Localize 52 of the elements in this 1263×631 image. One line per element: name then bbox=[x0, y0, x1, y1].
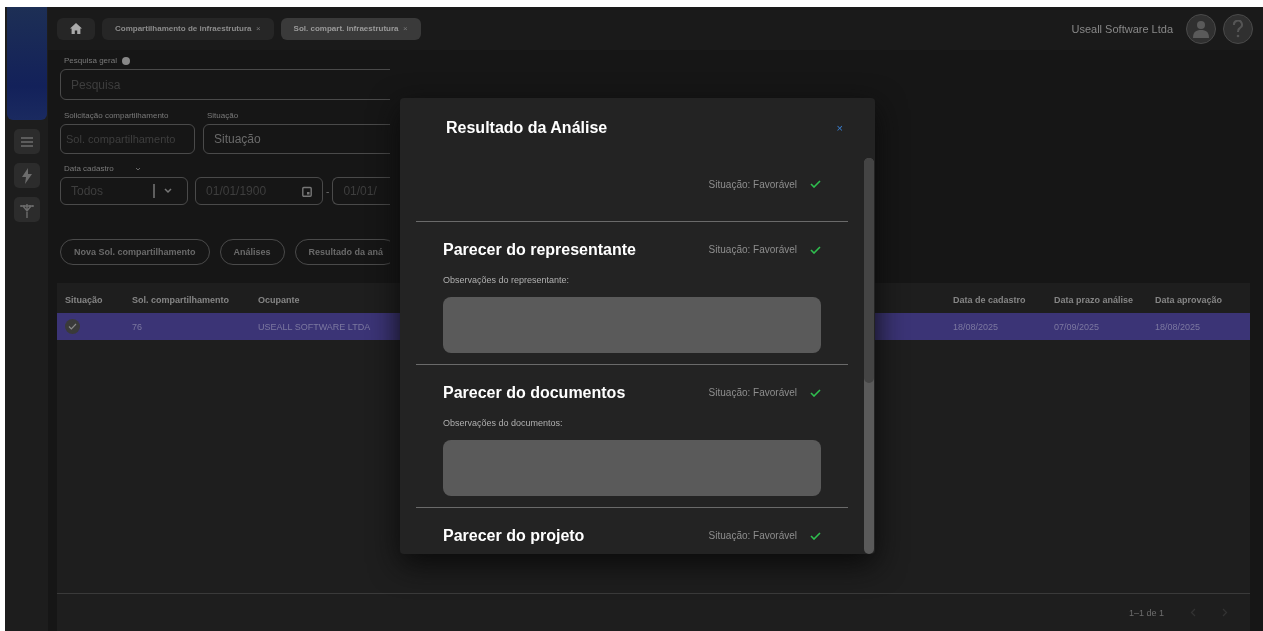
field-label: Observações do representante: bbox=[443, 275, 571, 285]
status-label: Situação: Favorável bbox=[708, 530, 797, 541]
check-icon bbox=[810, 245, 821, 254]
table-cell-text: 07/09/2025 bbox=[1054, 321, 1101, 332]
check-icon bbox=[810, 180, 821, 188]
check-icon bbox=[810, 531, 821, 540]
column-header[interactable]: Data de cadastro bbox=[953, 295, 1054, 313]
section-title: Parecer do documentos bbox=[443, 383, 626, 402]
tab[interactable]: Compartilhamento de infraestrutura × bbox=[102, 17, 274, 40]
user-avatar[interactable] bbox=[1186, 13, 1216, 44]
home-button[interactable] bbox=[57, 17, 95, 40]
utility-pole-icon bbox=[18, 201, 35, 218]
close-icon[interactable]: × bbox=[402, 24, 408, 33]
column-header[interactable]: Data aprovação bbox=[1155, 295, 1250, 313]
sidebar-button[interactable] bbox=[13, 129, 40, 154]
column-header[interactable]: Situação bbox=[65, 295, 132, 313]
table-cell-text: 18/08/2025 bbox=[1155, 321, 1202, 332]
lightning-icon bbox=[20, 167, 33, 184]
close-icon[interactable]: × bbox=[255, 24, 261, 33]
company-name: Useall Software Ltda bbox=[1071, 22, 1173, 35]
menu-icon bbox=[20, 136, 33, 147]
section-title: Parecer do representante bbox=[443, 240, 636, 259]
modal-title: Resultado da Análise bbox=[446, 119, 608, 137]
column-header[interactable]: Data prazo análise bbox=[1054, 295, 1155, 313]
observations-field[interactable] bbox=[443, 297, 821, 353]
scrollbar[interactable] bbox=[864, 158, 874, 554]
field-label: Pesquisa geral bbox=[64, 56, 117, 65]
status-label: Situação: Favorável bbox=[708, 387, 797, 398]
field-label: Observações do documentos: bbox=[443, 418, 564, 428]
range-separator: - bbox=[326, 185, 330, 197]
close-button[interactable]: × bbox=[836, 122, 843, 134]
table-cell-text: USEALL SOFTWARE LTDA bbox=[258, 321, 372, 332]
field-label: Situação bbox=[207, 111, 240, 120]
section-title: Parecer do projeto bbox=[443, 526, 585, 545]
pagination-label: 1–1 de 1 bbox=[1128, 607, 1164, 618]
chevron-icon bbox=[134, 166, 141, 171]
home-icon bbox=[70, 23, 82, 34]
status-label: Situação: Favorável bbox=[708, 178, 797, 190]
status-label: Situação: Favorável bbox=[708, 244, 797, 255]
user-icon bbox=[1193, 19, 1209, 38]
column-header[interactable]: Sol. compartilhamento bbox=[132, 295, 258, 313]
calendar-icon bbox=[302, 185, 313, 197]
sidebar-button[interactable] bbox=[13, 197, 40, 222]
sidebar-button[interactable] bbox=[13, 163, 40, 188]
help-button[interactable] bbox=[1223, 13, 1253, 44]
field-label: Solicitação compartilhamento bbox=[64, 111, 170, 120]
field-label: Data cadastro bbox=[64, 164, 114, 173]
table-cell-text: 76 bbox=[132, 321, 143, 332]
check-icon bbox=[810, 388, 821, 397]
table-cell-text: 18/08/2025 bbox=[953, 321, 1000, 332]
tab[interactable]: Sol. compart. infraestrutura × bbox=[280, 17, 421, 40]
observations-field[interactable] bbox=[443, 440, 821, 496]
